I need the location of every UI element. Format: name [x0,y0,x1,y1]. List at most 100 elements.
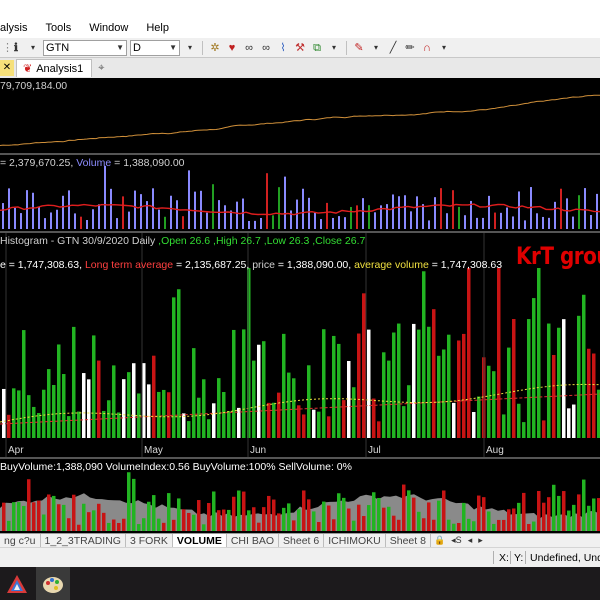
histogram-bar [42,389,46,438]
histogram-bar [287,372,291,438]
buy-volume-bar [432,519,436,531]
buy-volume-bar [77,524,81,531]
info-icon[interactable]: ℹ [9,41,23,55]
buy-volume-bar [357,504,361,531]
sheet-tab[interactable]: Sheet 8 [386,533,431,548]
buy-volume-bar [257,522,261,531]
export-icon[interactable]: ⧉ [310,41,324,55]
menu-window[interactable]: Window [80,18,137,38]
histogram-bar [542,420,546,438]
histogram-bar [362,293,366,438]
pane-splitter[interactable] [0,457,600,459]
histogram-bar [357,333,361,438]
sheet-scroll-right-icon[interactable]: ▸ [475,535,486,546]
volume-bar [584,188,586,229]
histogram-bar [502,414,506,438]
sheet-tab[interactable]: CHI BAO [227,533,280,548]
taskbar-app-paint[interactable] [36,567,70,600]
pane-splitter[interactable] [0,231,600,233]
volume-avg-value: = 2,379,670.25, [0,157,77,169]
histogram-bar [162,389,166,438]
x-tick-label: Apr [8,445,24,456]
sheet-scroll-first-icon[interactable]: ◂S [448,535,465,546]
sheet-tab[interactable]: Sheet 6 [279,533,325,548]
glasses-icon[interactable]: ∞ [242,41,256,55]
buy-volume-bar [102,512,106,531]
price-pane-label: 79,709,184.00 [0,80,67,92]
symbol-combo[interactable]: GTN ▼ [43,39,127,56]
buy-volume-bar [362,516,366,531]
sheet-tab-active[interactable]: VOLUME [172,533,227,548]
dropdown-icon[interactable]: ▾ [26,41,40,55]
histogram-bar [297,405,301,438]
buy-volume-bar [452,523,456,531]
x-tick-label: Aug [486,445,504,456]
histogram-bar [182,413,186,438]
chart-icon[interactable]: ⌇ [276,41,290,55]
buy-volume-bar [422,518,426,531]
buy-volume-bar [12,502,16,531]
buy-volume-bar [317,522,321,531]
dropdown-icon[interactable]: ▾ [437,41,451,55]
menu-tools[interactable]: Tools [37,18,81,38]
histogram-bar [447,334,451,438]
dropdown-icon[interactable]: ▾ [369,41,383,55]
analysis-icon: ❦ [23,63,33,75]
status-divider [525,551,526,564]
wand-icon[interactable]: ⚒ [293,41,307,55]
lock-icon[interactable]: 🔒 [431,535,448,546]
buy-volume-bar [127,472,131,531]
sheet-scroll-left-icon[interactable]: ◂ [465,535,476,546]
pen-icon[interactable]: ✎ [352,41,366,55]
buy-volume-bar [267,495,271,531]
glasses-icon[interactable]: ∞ [259,41,273,55]
histogram-bar [487,365,491,438]
sheet-tab[interactable]: 3 FORK [126,533,173,548]
volume-bar [134,190,136,229]
gear-icon[interactable]: ✲ [208,41,222,55]
chart-area[interactable]: 79,709,184.00 = 2,379,670.25, Volume = 1… [0,78,600,533]
volume-bar [590,215,592,229]
magnet-icon[interactable]: ∩ [420,41,434,55]
heart-icon[interactable]: ♥ [225,41,239,55]
volume-bar [536,213,538,229]
tab-analysis1[interactable]: ❦ Analysis1 [16,59,93,77]
volume-bar [104,165,106,229]
line-icon[interactable]: ╱ [386,41,400,55]
histogram-bar [382,352,386,438]
menu-analysis[interactable]: alysis [0,18,37,38]
pin-icon[interactable]: ⌖ [98,62,104,75]
buy-volume-bar [337,493,341,531]
close-icon[interactable]: ✕ [0,60,14,76]
buy-volume-bar [42,514,46,531]
histogram-bar [17,390,21,438]
sheet-tab[interactable]: ICHIMOKU [324,533,386,548]
buy-volume-bar [332,519,336,531]
interval-combo[interactable]: D ▼ [130,39,180,56]
sheet-tab[interactable]: ng c?u [0,533,41,548]
buy-volume-bar [277,513,281,531]
histogram-bar [177,289,181,438]
pane-splitter[interactable] [0,153,600,155]
buy-volume-bar [552,484,556,531]
volume-bar [356,205,358,229]
buy-volume-bar [182,509,186,531]
volume-bar [176,200,178,229]
histogram-bar [407,385,411,438]
dropdown-icon[interactable]: ▾ [183,41,197,55]
volume-bar [488,195,490,229]
hist-value-1: e = 1,747,308.63, [0,259,85,271]
menu-help[interactable]: Help [137,18,178,38]
volume-bar [236,201,238,229]
pencil-icon[interactable]: ✏ [403,41,417,55]
histogram-bar [332,335,336,438]
histogram-bar [372,398,376,438]
buy-volume-bar [442,490,446,531]
buy-volume-bar [387,506,391,531]
sheet-tab[interactable]: 1_2_3TRADING [41,533,126,548]
taskbar-app-amibroker[interactable] [0,567,34,600]
dropdown-icon[interactable]: ▾ [327,41,341,55]
histogram-bar [377,421,381,438]
histogram-bar [92,335,96,438]
buy-volume-bar [177,498,181,531]
